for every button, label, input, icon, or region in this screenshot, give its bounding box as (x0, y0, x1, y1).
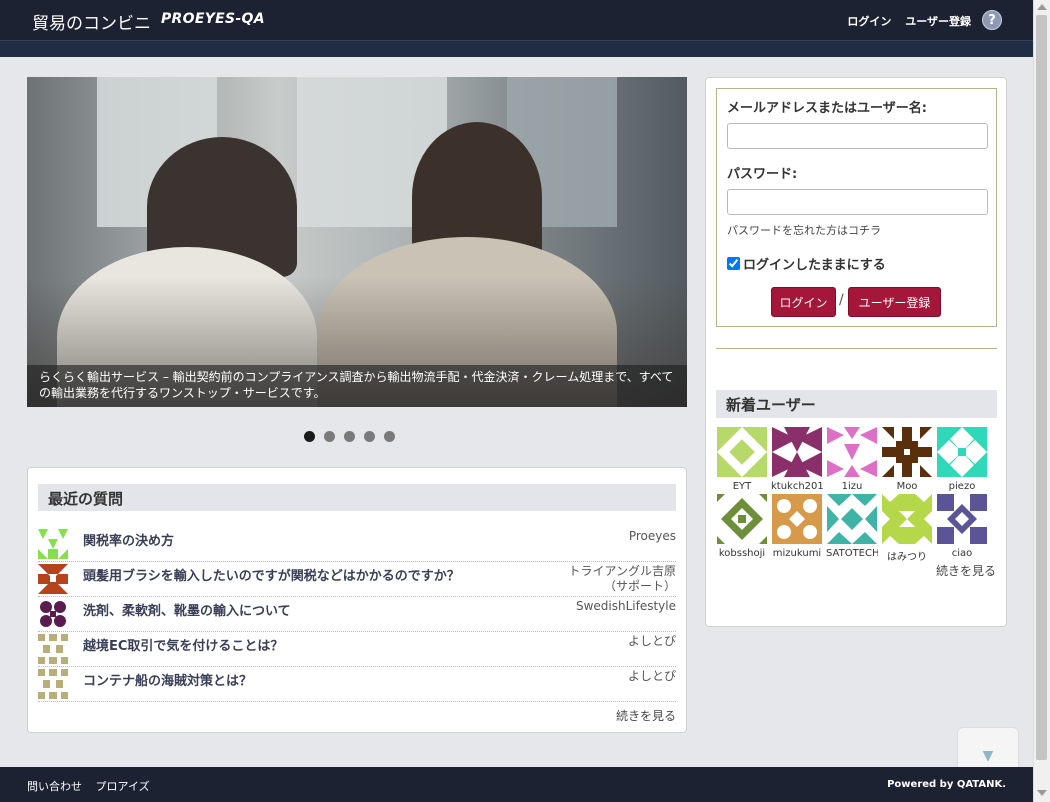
question-user-avatar[interactable] (38, 564, 68, 594)
new-user[interactable]: mizukumi (771, 494, 823, 559)
scrollbar-thumb[interactable] (1036, 15, 1047, 760)
question-row[interactable]: 頭髪用ブラシを輸入したいのですが関税などはかかるのですか？ トライアングル吉原（… (38, 562, 676, 597)
sidebar: メールアドレスまたはユーザー名: パスワード: パスワードを忘れた方はコチラ ロ… (705, 77, 1007, 627)
question-title[interactable]: 関税率の決め方 (83, 530, 174, 549)
user-field[interactable] (727, 123, 988, 149)
new-user-name[interactable]: Moo (881, 481, 933, 492)
footer-contact-link[interactable]: 問い合わせ (27, 780, 82, 793)
user-avatar[interactable] (772, 427, 822, 477)
recent-questions-panel: 最近の質問 関税率の決め方 Proeyes 頭髪用ブラシを輸入したいのですが関税… (27, 467, 687, 733)
question-user-avatar[interactable] (38, 599, 68, 629)
user-avatar[interactable] (882, 494, 932, 544)
password-field[interactable] (727, 189, 988, 215)
question-row[interactable]: 洗剤、柔軟剤、靴墨の輸入について SwedishLifestyle (38, 597, 676, 632)
new-user[interactable]: SATOTECH (826, 494, 878, 559)
new-user[interactable]: ciao (936, 494, 988, 559)
new-user-name[interactable]: kobsshoji (716, 548, 768, 559)
question-user[interactable]: トライアングル吉原（サポート） (556, 564, 676, 594)
remember-me-checkbox[interactable] (727, 257, 740, 270)
new-user-name[interactable]: piezo (936, 481, 988, 492)
new-user[interactable]: Moo (881, 427, 933, 492)
question-row[interactable]: 関税率の決め方 Proeyes (38, 527, 676, 562)
new-user-name[interactable]: ciao (936, 548, 988, 559)
scroll-down-arrow-icon[interactable] (1037, 790, 1047, 796)
slider-dot[interactable] (384, 431, 395, 442)
header-login-link[interactable]: ログイン (847, 15, 891, 28)
question-user-avatar[interactable] (38, 669, 68, 699)
header-register-link[interactable]: ユーザー登録 (905, 15, 971, 28)
question-title[interactable]: 越境EC取引で気を付けることは？ (83, 635, 283, 654)
button-separator: / (839, 292, 844, 308)
slider-dot[interactable] (304, 431, 315, 442)
top-header: 貿易のコンビニ PROEYES-QA ログイン ユーザー登録 ? (0, 0, 1033, 40)
question-title[interactable]: 頭髪用ブラシを輸入したいのですが関税などはかかるのですか？ (83, 565, 460, 584)
recent-questions-title: 最近の質問 (38, 484, 676, 511)
top-nav: ログイン ユーザー登録 (837, 13, 971, 29)
slider-dot[interactable] (324, 431, 335, 442)
slider-dot[interactable] (344, 431, 355, 442)
new-user-name[interactable]: mizukumi (771, 548, 823, 559)
new-user-name[interactable]: ktukch201 (771, 481, 823, 492)
user-avatar[interactable] (937, 494, 987, 544)
new-user[interactable]: piezo (936, 427, 988, 492)
user-field-label: メールアドレスまたはユーザー名: (727, 101, 927, 116)
question-title[interactable]: コンテナ船の海賊対策とは？ (83, 670, 252, 689)
user-avatar[interactable] (937, 427, 987, 477)
new-user[interactable]: EYT (716, 427, 768, 492)
new-user[interactable]: ktukch201 (771, 427, 823, 492)
slider-dots (304, 431, 404, 443)
login-button[interactable]: ログイン (771, 287, 836, 317)
site-subtitle[interactable]: PROEYES-QA (161, 11, 265, 27)
footer: 問い合わせ プロアイズ Powered by QATANK. (0, 767, 1033, 802)
footer-links: 問い合わせ プロアイズ (27, 778, 160, 794)
forgot-password-link[interactable]: パスワードを忘れた方はコチラ (727, 222, 881, 238)
remember-me[interactable]: ログインしたままにする (727, 254, 886, 273)
register-button[interactable]: ユーザー登録 (848, 287, 941, 317)
new-user-name[interactable]: EYT (716, 481, 768, 492)
slider-dot[interactable] (364, 431, 375, 442)
question-user-avatar[interactable] (38, 529, 68, 559)
new-user[interactable]: はみつり (881, 494, 933, 563)
new-user-name[interactable]: SATOTECH (826, 548, 878, 559)
new-user[interactable]: kobsshoji (716, 494, 768, 559)
hero-caption: らくらく輸出サービス – 輸出契約前のコンプライアンス調査から輸出物流手配・代金… (27, 365, 687, 407)
question-title[interactable]: 洗剤、柔軟剤、靴墨の輸入について (83, 600, 291, 619)
question-row[interactable]: コンテナ船の海賊対策とは？ よしとぴ (38, 667, 676, 702)
header-strip (0, 40, 1033, 57)
user-avatar[interactable] (717, 494, 767, 544)
powered-by[interactable]: Powered by QATANK. (887, 779, 1006, 790)
scroll-up-arrow-icon[interactable] (1037, 4, 1047, 10)
divider (716, 348, 997, 349)
help-icon[interactable]: ? (982, 10, 1002, 30)
new-user[interactable]: 1izu (826, 427, 878, 492)
question-user-avatar[interactable] (38, 634, 68, 664)
user-avatar[interactable] (717, 427, 767, 477)
question-user[interactable]: SwedishLifestyle (556, 599, 676, 614)
new-users-title: 新着ユーザー (716, 390, 997, 418)
question-row[interactable]: 越境EC取引で気を付けることは？ よしとぴ (38, 632, 676, 667)
question-user[interactable]: よしとぴ (556, 634, 676, 649)
user-avatar[interactable] (772, 494, 822, 544)
footer-proeyes-link[interactable]: プロアイズ (96, 780, 150, 793)
question-user[interactable]: よしとぴ (556, 669, 676, 684)
user-avatar[interactable] (882, 427, 932, 477)
remember-me-label[interactable]: ログインしたままにする (743, 258, 886, 273)
user-avatar[interactable] (827, 494, 877, 544)
hero-slider[interactable]: らくらく輸出サービス – 輸出契約前のコンプライアンス調査から輸出物流手配・代金… (27, 77, 687, 407)
user-avatar[interactable] (827, 427, 877, 477)
site-brand[interactable]: 貿易のコンビニ (32, 9, 151, 34)
users-more-link[interactable]: 続きを見る (936, 562, 996, 579)
login-form: メールアドレスまたはユーザー名: パスワード: パスワードを忘れた方はコチラ ロ… (716, 88, 997, 327)
new-user-name[interactable]: はみつり (881, 548, 933, 563)
questions-more-link[interactable]: 続きを見る (616, 707, 676, 724)
question-user[interactable]: Proeyes (556, 529, 676, 544)
password-field-label: パスワード: (727, 167, 798, 182)
new-user-name[interactable]: 1izu (826, 481, 878, 492)
